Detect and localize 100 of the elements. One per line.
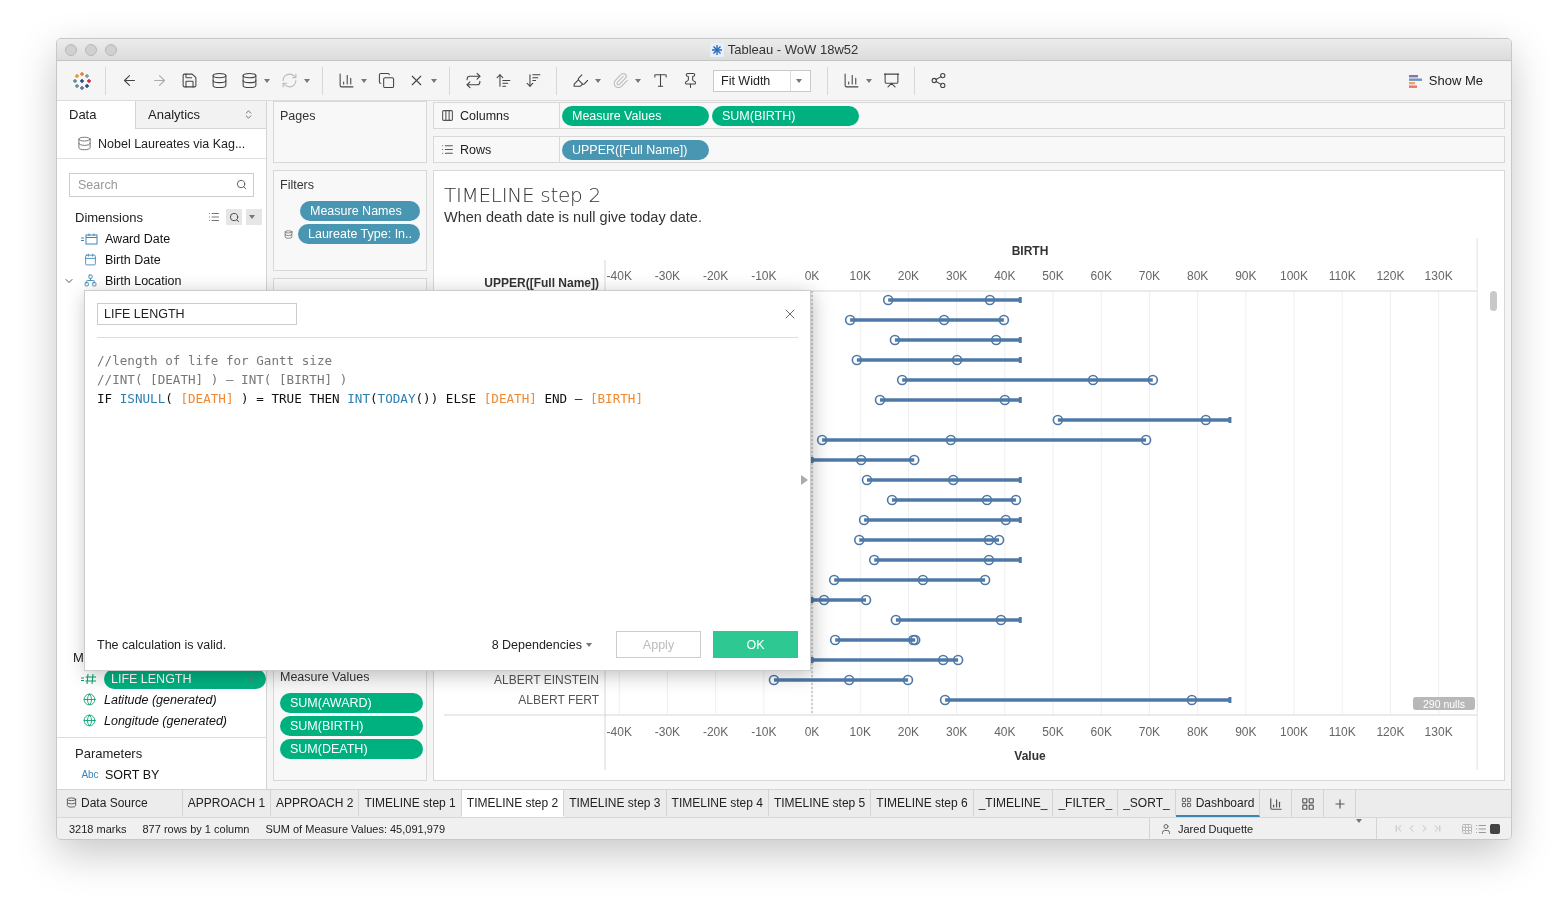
rows-count: 877 rows by 1 column bbox=[142, 822, 250, 835]
tick-label: 30K bbox=[945, 725, 968, 739]
bar-end-mark bbox=[1018, 337, 1022, 343]
field-item[interactable]: Birth Location bbox=[57, 270, 266, 291]
user-menu[interactable]: Jared Duquette bbox=[1149, 818, 1377, 839]
caret-icon[interactable] bbox=[635, 78, 641, 83]
data-point bbox=[938, 314, 950, 326]
caret-icon[interactable] bbox=[264, 78, 270, 83]
data-point bbox=[855, 454, 867, 466]
expand-arrow-icon[interactable] bbox=[801, 475, 808, 485]
show-me-button[interactable]: Show Me bbox=[1402, 72, 1489, 89]
data-point bbox=[1087, 374, 1099, 386]
up-down-icon bbox=[243, 109, 254, 120]
data-point bbox=[889, 334, 901, 346]
data-point bbox=[939, 694, 951, 706]
calendar-icon bbox=[83, 253, 97, 266]
data-point bbox=[1200, 414, 1212, 426]
section-title: M bbox=[73, 649, 84, 665]
field-item[interactable]: Latitude (generated) bbox=[104, 689, 266, 710]
tick-label: -20K bbox=[702, 269, 729, 283]
tick-label: 100K bbox=[1280, 269, 1309, 283]
field-item[interactable]: Birth Date bbox=[57, 249, 266, 270]
globe-icon bbox=[82, 714, 96, 727]
highlighter-icon bbox=[571, 72, 589, 89]
gantt-bar bbox=[812, 598, 866, 602]
fit-dropdown[interactable]: Fit Width bbox=[713, 69, 811, 92]
tick-label: -40K bbox=[606, 269, 632, 283]
copy-icon bbox=[377, 72, 395, 89]
text-icon bbox=[651, 72, 669, 89]
save-icon bbox=[180, 72, 198, 89]
data-point bbox=[1186, 694, 1198, 706]
data-point bbox=[983, 534, 995, 546]
data-point bbox=[1000, 514, 1012, 526]
tick-label: 80K bbox=[1186, 269, 1209, 283]
grid-icon bbox=[1300, 796, 1315, 811]
dependencies-button[interactable]: 8 Dependencies bbox=[485, 636, 602, 653]
tick-label: 50K bbox=[1042, 269, 1064, 283]
card-title: Measure Values bbox=[280, 670, 371, 684]
tick-label: -30K bbox=[654, 269, 681, 283]
bar-chart-icon bbox=[842, 72, 860, 89]
window-title: Tableau - WoW 18w52 bbox=[727, 42, 859, 57]
tick-label: 30K bbox=[945, 269, 968, 283]
field-item[interactable]: Award Date bbox=[57, 228, 266, 249]
code-line: IF ISNULL( [DEATH] ) = TRUE THEN INT(TODAY()) ELSE [DEATH] END – [BIRTH] bbox=[97, 390, 645, 408]
sheet-tab[interactable]: TIMELINE step 2 bbox=[461, 790, 565, 817]
scrollbar-thumb[interactable] bbox=[1490, 291, 1497, 311]
field-item[interactable]: Longitude (generated) bbox=[104, 710, 266, 731]
grid-icon bbox=[1180, 797, 1192, 808]
data-point bbox=[917, 574, 929, 586]
data-point bbox=[995, 614, 1007, 626]
data-point bbox=[816, 434, 828, 446]
caret-icon[interactable] bbox=[431, 78, 437, 83]
paperclip-icon bbox=[611, 72, 629, 89]
caret-icon[interactable] bbox=[361, 78, 367, 83]
app-icon bbox=[709, 42, 724, 57]
single-view-icon[interactable] bbox=[1489, 822, 1501, 835]
tick-label: 100K bbox=[1280, 725, 1309, 739]
data-point bbox=[886, 494, 898, 506]
data-point bbox=[858, 514, 870, 526]
tick-label: 40K bbox=[994, 725, 1016, 739]
shelf-label: Rows bbox=[460, 142, 492, 157]
data-source-name[interactable]: Nobel Laureates via Kag... bbox=[98, 136, 246, 151]
calculated-measure-icon bbox=[81, 672, 98, 685]
data-point bbox=[993, 534, 1005, 546]
data-point bbox=[984, 294, 996, 306]
name-field[interactable]: LIFE LENGTH bbox=[97, 303, 297, 325]
row-label: ALBERT EINSTEIN bbox=[494, 673, 599, 687]
caret-icon[interactable] bbox=[304, 78, 310, 83]
data-point bbox=[1010, 494, 1022, 506]
rows-icon bbox=[441, 143, 454, 156]
data-point bbox=[947, 474, 959, 486]
data-point bbox=[861, 474, 873, 486]
bar-end-mark bbox=[1018, 357, 1022, 363]
bar-chart-icon bbox=[1268, 796, 1283, 811]
code-line: //INT( [DEATH] ) – INT( [BIRTH] ) bbox=[97, 371, 349, 389]
caret-icon[interactable] bbox=[866, 78, 872, 83]
data-point bbox=[979, 574, 991, 586]
search-field[interactable]: Search bbox=[69, 173, 254, 197]
data-point bbox=[854, 534, 865, 546]
data-source-icon bbox=[77, 136, 92, 151]
caret-icon[interactable] bbox=[595, 78, 601, 83]
tick-label: 40K bbox=[994, 269, 1016, 283]
user-icon bbox=[1160, 822, 1172, 835]
bar-end-mark bbox=[810, 457, 814, 463]
data-point bbox=[868, 554, 880, 566]
tick-label: 0K bbox=[804, 269, 820, 283]
data-point bbox=[843, 674, 855, 686]
tick-label: 130K bbox=[1424, 725, 1453, 739]
tick-label: 60K bbox=[1090, 725, 1112, 739]
field-item[interactable]: Abc SORT BY bbox=[57, 764, 266, 785]
view-subtitle: When death date is null give today date. bbox=[444, 209, 703, 225]
plus-icon bbox=[1332, 796, 1347, 811]
bar-chart-icon bbox=[1408, 73, 1423, 88]
search-icon[interactable] bbox=[226, 209, 242, 225]
axis-title: BIRTH bbox=[1011, 244, 1049, 258]
pane-tab[interactable]: Analytics bbox=[135, 101, 266, 129]
pages-card: Pages bbox=[273, 101, 427, 163]
data-point bbox=[851, 354, 863, 366]
caret-icon[interactable] bbox=[246, 209, 262, 225]
code-line: //length of life for Gantt size bbox=[97, 352, 334, 370]
